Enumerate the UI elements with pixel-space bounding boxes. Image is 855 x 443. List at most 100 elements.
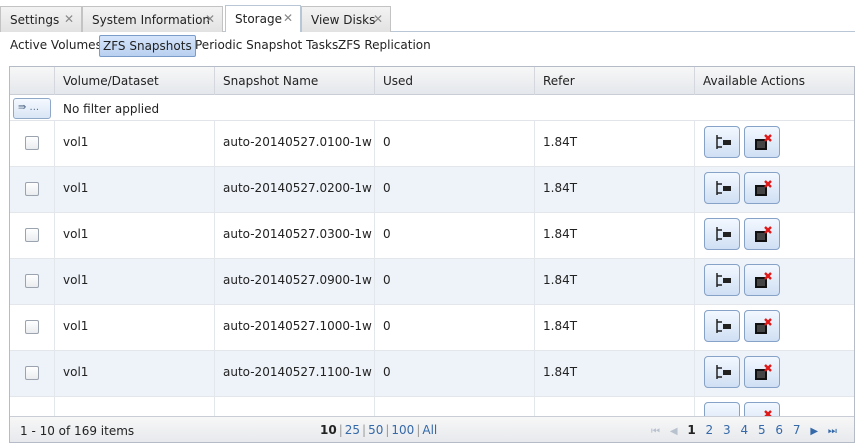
actions-cell [694, 259, 854, 305]
volume-cell: vol1 [54, 305, 214, 351]
destroy-snapshot-icon [755, 318, 772, 334]
close-icon[interactable]: ✕ [373, 12, 383, 26]
refer-cell: 1.84T [534, 121, 694, 167]
storage-subtabs: Active Volumes ZFS Snapshots Periodic Sn… [0, 32, 855, 60]
header-available-actions: Available Actions [694, 67, 854, 95]
header-select[interactable] [10, 67, 54, 95]
page-size-option[interactable]: 50 [368, 423, 383, 437]
destroy-snapshot-button[interactable] [744, 172, 780, 204]
subtab-periodic-snapshot-tasks[interactable]: Periodic Snapshot Tasks [192, 35, 341, 57]
destroy-snapshot-button[interactable] [744, 356, 780, 388]
table-row: vol1 auto-20140527.0900-1w 0 1.84T [10, 259, 854, 305]
page-link[interactable]: 4 [740, 423, 748, 437]
header-volume-dataset[interactable]: Volume/Dataset [54, 67, 214, 95]
destroy-snapshot-button[interactable] [744, 218, 780, 250]
used-cell: 0 [374, 213, 534, 259]
volume-cell: vol1 [54, 351, 214, 397]
row-checkbox[interactable] [25, 182, 39, 196]
table-row: vol1 auto-20140527.0300-1w 0 1.84T [10, 213, 854, 259]
snapshot-cell: auto-20140527.1000-1w [214, 305, 374, 351]
pagination: ⏮ ◀ 1 2 3 4 5 6 7 ▶ ⏭ [648, 423, 840, 437]
page-link[interactable]: 2 [706, 423, 714, 437]
select-cell [10, 213, 54, 259]
filter-icon: ⇛ ... [18, 102, 40, 113]
row-checkbox[interactable] [25, 366, 39, 380]
clone-snapshot-icon [716, 319, 731, 333]
refer-cell: 1.84T [534, 213, 694, 259]
destroy-snapshot-icon [755, 134, 772, 150]
close-icon[interactable]: ✕ [64, 12, 74, 26]
main-tab-bar: Settings ✕ System Information ✕ Storage … [0, 0, 855, 32]
clone-snapshot-icon [716, 227, 731, 241]
refer-cell: 1.84T [534, 305, 694, 351]
select-cell [10, 121, 54, 167]
destroy-snapshot-button[interactable] [744, 126, 780, 158]
table-row: vol1 auto-20140527.0200-1w 0 1.84T [10, 167, 854, 213]
filter-status: No filter applied [63, 102, 160, 116]
page-link[interactable]: 5 [758, 423, 766, 437]
select-cell [10, 351, 54, 397]
header-used[interactable]: Used [374, 67, 534, 95]
page-size-option[interactable]: 25 [345, 423, 360, 437]
snapshot-grid: Volume/Dataset Snapshot Name Used Refer … [9, 66, 855, 443]
tab-settings[interactable]: Settings ✕ [0, 6, 82, 32]
row-checkbox[interactable] [25, 136, 39, 150]
next-page-icon[interactable]: ▶ [810, 426, 818, 437]
first-page-icon[interactable]: ⏮ [651, 426, 660, 437]
tab-label: Storage [235, 12, 282, 26]
subtab-zfs-replication[interactable]: ZFS Replication [335, 35, 434, 57]
used-cell: 0 [374, 259, 534, 305]
actions-cell [694, 167, 854, 213]
clone-snapshot-button[interactable] [704, 264, 740, 296]
destroy-snapshot-button[interactable] [744, 310, 780, 342]
volume-cell: vol1 [54, 121, 214, 167]
filter-button[interactable]: ⇛ ... [13, 98, 51, 119]
page-link[interactable]: 7 [793, 423, 801, 437]
volume-cell: vol1 [54, 167, 214, 213]
close-icon[interactable]: ✕ [205, 12, 215, 26]
prev-page-icon[interactable]: ◀ [670, 426, 678, 437]
page-size-option[interactable]: 10 [320, 423, 337, 437]
page-size-option[interactable]: All [422, 423, 437, 437]
table-row: vol1 auto-20140527.0100-1w 0 1.84T [10, 121, 854, 167]
tab-system-information[interactable]: System Information ✕ [82, 6, 223, 32]
row-checkbox[interactable] [25, 274, 39, 288]
select-cell [10, 259, 54, 305]
table-row: vol1 auto-20140527.1000-1w 0 1.84T [10, 305, 854, 351]
header-snapshot-name[interactable]: Snapshot Name [214, 67, 374, 95]
destroy-snapshot-icon [755, 272, 772, 288]
row-checkbox[interactable] [25, 320, 39, 334]
destroy-snapshot-icon [755, 180, 772, 196]
refer-cell: 1.84T [534, 167, 694, 213]
last-page-icon[interactable]: ⏭ [828, 426, 837, 437]
tab-view-disks[interactable]: View Disks ✕ [301, 6, 391, 32]
clone-snapshot-button[interactable] [704, 310, 740, 342]
clone-snapshot-button[interactable] [704, 126, 740, 158]
subtab-zfs-snapshots[interactable]: ZFS Snapshots [99, 35, 196, 57]
tab-storage[interactable]: Storage ✕ [225, 5, 301, 32]
subtab-active-volumes[interactable]: Active Volumes [7, 35, 105, 57]
page-link[interactable]: 6 [775, 423, 783, 437]
page-link[interactable]: 3 [723, 423, 731, 437]
grid-footer: 1 - 10 of 169 items 10 | 25 | 50 | 100 | All ⏮ ◀… [10, 416, 854, 442]
header-refer[interactable]: Refer [534, 67, 694, 95]
clone-snapshot-icon [716, 365, 731, 379]
snapshot-cell: auto-20140527.0200-1w [214, 167, 374, 213]
clone-snapshot-icon [716, 181, 731, 195]
destroy-snapshot-button[interactable] [744, 264, 780, 296]
volume-cell: vol1 [54, 213, 214, 259]
close-icon[interactable]: ✕ [283, 11, 293, 25]
page-size-option[interactable]: 100 [391, 423, 414, 437]
filter-bar: ⇛ ... No filter applied [10, 95, 854, 121]
clone-snapshot-button[interactable] [704, 172, 740, 204]
page-link[interactable]: 1 [687, 423, 695, 437]
select-cell [10, 305, 54, 351]
destroy-snapshot-icon [755, 364, 772, 380]
tab-label: View Disks [311, 13, 376, 27]
clone-snapshot-button[interactable] [704, 356, 740, 388]
snapshot-cell: auto-20140527.0100-1w [214, 121, 374, 167]
row-checkbox[interactable] [25, 228, 39, 242]
clone-snapshot-button[interactable] [704, 218, 740, 250]
destroy-snapshot-icon [755, 226, 772, 242]
snapshot-cell: auto-20140527.0900-1w [214, 259, 374, 305]
